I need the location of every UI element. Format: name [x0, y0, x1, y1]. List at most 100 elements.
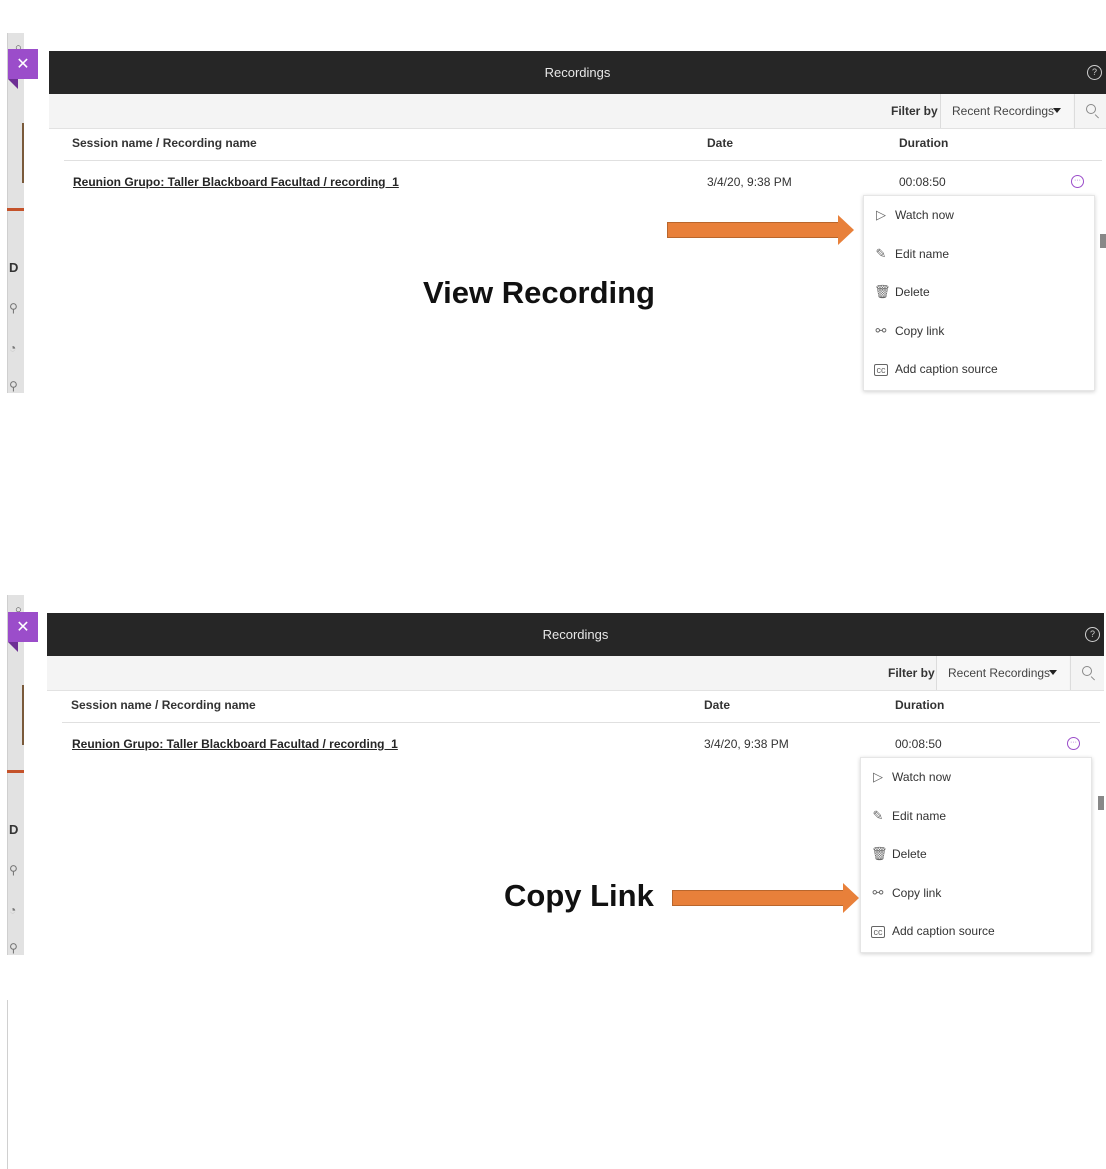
titlebar: Recordings ? — [47, 613, 1104, 656]
menu-item-add-caption[interactable]: cc Add caption source — [864, 350, 1094, 388]
recording-name[interactable]: Reunion Grupo: Taller Blackboard Faculta… — [72, 737, 398, 751]
filter-value: Recent Recordings — [948, 666, 1051, 680]
help-icon[interactable]: ? — [1087, 65, 1102, 80]
search-icon — [1086, 104, 1096, 114]
sliver-orange-bar — [7, 208, 24, 211]
menu-item-delete[interactable]: 🗑 Delete — [861, 835, 1091, 873]
caret-down-icon — [1049, 670, 1057, 675]
arrow-head — [838, 215, 854, 245]
menu-item-copy-link[interactable]: ⚯ Copy link — [861, 874, 1091, 912]
filter-dropdown[interactable]: Recent Recordings — [940, 94, 1073, 128]
trash-icon: 🗑 — [874, 284, 891, 299]
clock-icon: ◔ — [9, 903, 17, 917]
recording-options-menu: ▷ Watch now ✎ Edit name 🗑 Delete ⚯ Copy link… — [860, 757, 1092, 953]
filter-dropdown[interactable]: Recent Recordings — [936, 656, 1069, 690]
search-icon-handle — [1094, 114, 1099, 119]
recording-duration: 00:08:50 — [895, 737, 942, 751]
menu-label: Copy link — [895, 324, 945, 338]
menu-label: Add caption source — [895, 362, 998, 376]
column-header-name[interactable]: Session name / Recording name — [71, 690, 256, 720]
filter-label: Filter by — [888, 666, 935, 680]
recording-name-link[interactable]: Reunion Grupo: Taller Blackboard Faculta… — [72, 735, 398, 753]
pencil-icon: ✎ — [875, 246, 887, 261]
screenshot-page: { "panels": [ { "window_title": "Recordi… — [0, 0, 1106, 1169]
column-header-date[interactable]: Date — [704, 690, 730, 720]
people-icon: ⚲ — [9, 379, 18, 393]
arrow-head — [843, 883, 859, 913]
play-icon: ▷ — [873, 769, 883, 784]
menu-label: Edit name — [892, 809, 947, 823]
recording-date: 3/4/20, 9:38 PM — [707, 175, 792, 189]
callout-text: View Recording — [423, 275, 655, 310]
trash-icon: 🗑 — [871, 846, 888, 861]
play-icon: ▷ — [876, 207, 886, 222]
sliver-letter: D — [9, 260, 19, 275]
help-icon[interactable]: ? — [1085, 627, 1100, 642]
close-panel-button[interactable]: ✕ — [8, 49, 38, 89]
window-title: Recordings — [542, 627, 609, 642]
close-icon: ✕ — [16, 619, 30, 636]
search-icon-handle — [1090, 676, 1095, 681]
pencil-icon: ✎ — [872, 808, 884, 823]
sliver-orange-bar — [7, 770, 24, 773]
column-header-name[interactable]: Session name / Recording name — [72, 128, 257, 158]
menu-label: Add caption source — [892, 924, 995, 938]
recording-name[interactable]: Reunion Grupo: Taller Blackboard Faculta… — [73, 175, 399, 189]
column-header-duration[interactable]: Duration — [895, 690, 944, 720]
annotation-arrow — [672, 883, 859, 913]
recording-name-link[interactable]: Reunion Grupo: Taller Blackboard Faculta… — [73, 173, 399, 191]
cc-icon: cc — [871, 926, 885, 938]
sliver-letter: D — [9, 822, 19, 837]
link-icon: ⚯ — [872, 885, 884, 900]
column-header-duration[interactable]: Duration — [899, 128, 948, 158]
filter-label: Filter by — [891, 104, 938, 118]
person-icon: ⚲ — [9, 301, 18, 315]
panel-view-recording: ○ D ⚲ ◔ ⚲ ✕ Recordings ? Filter by Recen… — [0, 33, 1106, 423]
person-icon: ⚲ — [9, 863, 18, 877]
filter-value: Recent Recordings — [952, 104, 1055, 118]
scroll-handle[interactable] — [1098, 796, 1104, 810]
panel-copy-link: ○ D ⚲ ◔ ⚲ ✕ Recordings ? Filter by Recen… — [0, 595, 1106, 985]
sliver-accent — [22, 123, 24, 183]
menu-label: Edit name — [895, 247, 950, 261]
filter-bar: Filter by Recent Recordings — [49, 94, 1106, 129]
cc-icon: cc — [874, 364, 888, 376]
caret-down-icon — [1053, 108, 1061, 113]
recording-options-menu: ▷ Watch now ✎ Edit name 🗑 Delete ⚯ Copy link… — [863, 195, 1095, 391]
close-icon: ✕ — [16, 56, 30, 73]
menu-item-watch-now[interactable]: ▷ Watch now — [864, 196, 1094, 234]
menu-item-delete[interactable]: 🗑 Delete — [864, 273, 1094, 311]
scroll-handle[interactable] — [1100, 234, 1106, 248]
titlebar: Recordings ? — [49, 51, 1106, 94]
menu-item-watch-now[interactable]: ▷ Watch now — [861, 758, 1091, 796]
filter-bar: Filter by Recent Recordings — [47, 656, 1104, 691]
search-button[interactable] — [1074, 94, 1106, 128]
menu-label: Watch now — [892, 770, 951, 784]
menu-label: Delete — [895, 285, 930, 299]
menu-item-copy-link[interactable]: ⚯ Copy link — [864, 312, 1094, 350]
annotation-arrow — [667, 215, 854, 245]
menu-label: Copy link — [892, 886, 942, 900]
menu-item-add-caption[interactable]: cc Add caption source — [861, 912, 1091, 950]
menu-item-edit-name[interactable]: ✎ Edit name — [864, 235, 1094, 273]
sliver-accent — [22, 685, 24, 745]
more-options-icon[interactable]: ··· — [1071, 175, 1084, 188]
search-icon — [1082, 666, 1092, 676]
people-icon: ⚲ — [9, 941, 18, 955]
more-options-icon[interactable]: ··· — [1067, 737, 1080, 750]
search-button[interactable] — [1070, 656, 1103, 690]
recording-duration: 00:08:50 — [899, 175, 946, 189]
menu-label: Delete — [892, 847, 927, 861]
close-panel-button[interactable]: ✕ — [8, 612, 38, 652]
column-header-date[interactable]: Date — [707, 128, 733, 158]
recording-date: 3/4/20, 9:38 PM — [704, 737, 789, 751]
clock-icon: ◔ — [9, 341, 17, 355]
callout-text: Copy Link — [504, 878, 654, 913]
menu-label: Watch now — [895, 208, 954, 222]
window-title: Recordings — [544, 65, 611, 80]
menu-item-edit-name[interactable]: ✎ Edit name — [861, 797, 1091, 835]
header-divider — [62, 722, 1100, 723]
header-divider — [64, 160, 1102, 161]
link-icon: ⚯ — [875, 323, 887, 338]
recordings-window: Recordings ? Filter by Recent Recordings… — [49, 51, 1106, 391]
